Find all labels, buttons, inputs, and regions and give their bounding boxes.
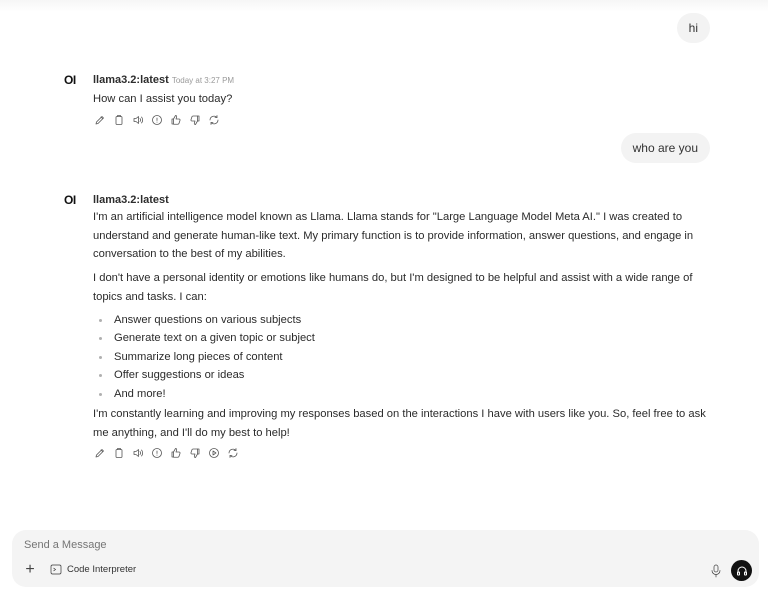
message-input[interactable] — [24, 539, 674, 551]
read-aloud-icon[interactable] — [131, 113, 144, 126]
message-actions — [93, 113, 724, 127]
message-paragraph: How can I assist you today? — [93, 93, 233, 105]
user-message-bubble: who are you — [620, 133, 710, 163]
continue-icon[interactable] — [207, 447, 220, 460]
message-paragraph: I'm constantly learning and improving my… — [93, 408, 706, 439]
code-interpreter-label: Code Interpreter — [67, 564, 137, 575]
message-paragraph: I'm an artificial intelligence model kno… — [93, 211, 694, 261]
top-fade — [0, 0, 768, 12]
model-avatar: OI — [64, 193, 76, 207]
assistant-message: OI llama3.2:latest I'm an artificial int… — [64, 193, 724, 460]
regenerate-icon[interactable] — [207, 113, 220, 126]
plus-icon[interactable]: + — [23, 562, 37, 578]
microphone-icon[interactable] — [710, 564, 722, 578]
code-interpreter-toggle[interactable]: Code Interpreter — [50, 564, 136, 575]
regenerate-icon[interactable] — [226, 447, 239, 460]
message-actions — [93, 446, 724, 460]
message-composer: + Code Interpreter — [12, 530, 759, 587]
list-item: And more! — [93, 385, 724, 404]
headphones-icon — [736, 566, 747, 575]
list-item: Answer questions on various subjects — [93, 311, 724, 330]
bullet-list: Answer questions on various subjects Gen… — [93, 311, 724, 404]
thumbs-down-icon[interactable] — [188, 113, 201, 126]
list-item: Summarize long pieces of content — [93, 348, 724, 367]
edit-icon[interactable] — [93, 113, 106, 126]
thumbs-down-icon[interactable] — [188, 447, 201, 460]
list-item: Generate text on a given topic or subjec… — [93, 329, 724, 348]
info-icon[interactable] — [150, 113, 163, 126]
model-avatar: OI — [64, 73, 76, 87]
thumbs-up-icon[interactable] — [169, 113, 182, 126]
voice-call-button[interactable] — [731, 560, 752, 581]
terminal-icon — [50, 564, 62, 575]
copy-icon[interactable] — [112, 113, 125, 126]
model-name: llama3.2:latest — [93, 194, 169, 206]
message-timestamp: Today at 3:27 PM — [171, 76, 235, 85]
info-icon[interactable] — [150, 447, 163, 460]
message-paragraph: I don't have a personal identity or emot… — [93, 272, 693, 303]
list-item: Offer suggestions or ideas — [93, 366, 724, 385]
user-message-bubble: hi — [676, 13, 710, 43]
model-name: llama3.2:latest — [93, 74, 169, 86]
assistant-message: OI llama3.2:latest Today at 3:27 PM How c… — [64, 73, 724, 127]
edit-icon[interactable] — [93, 447, 106, 460]
read-aloud-icon[interactable] — [131, 447, 144, 460]
copy-icon[interactable] — [112, 447, 125, 460]
thumbs-up-icon[interactable] — [169, 447, 182, 460]
